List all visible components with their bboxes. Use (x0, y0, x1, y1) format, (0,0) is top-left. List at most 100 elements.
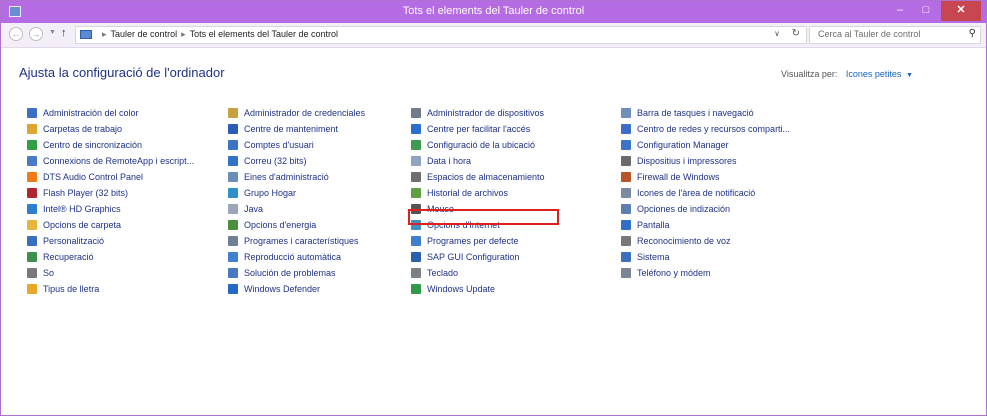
item-label: Eines d'administració (244, 172, 329, 182)
sync-center-icon (27, 140, 37, 150)
page-title: Ajusta la configuració de l'ordinador (19, 65, 225, 80)
item-label: Personalització (43, 236, 105, 246)
action-center-icon (228, 124, 238, 134)
item-label: Barra de tasques i navegació (637, 108, 754, 118)
power-options-icon (228, 220, 238, 230)
item-label: Flash Player (32 bits) (43, 188, 129, 198)
breadcrumb-separator-icon[interactable]: ▸ (102, 29, 107, 39)
view-by-dropdown[interactable]: Icones petites (846, 69, 902, 79)
troubleshooting-icon (228, 268, 238, 278)
item-label: Solución de problemas (244, 268, 336, 278)
navigation-bar: ← → ▼ ↑ ▸ Tauler de control ▸ Tots el eleme… (1, 23, 986, 48)
phone-modem-icon (621, 268, 631, 278)
item-label: Grupo Hogar (244, 188, 297, 198)
breadcrumb-separator-icon[interactable]: ▸ (181, 29, 186, 39)
item-label: Opcions de carpeta (43, 220, 122, 230)
recovery-icon (27, 252, 37, 262)
address-bar[interactable]: ▸ Tauler de control ▸ Tots el elements del … (75, 26, 807, 44)
item-label: Data i hora (427, 156, 472, 166)
color-management-icon (27, 108, 37, 118)
item-label: Recuperació (43, 252, 94, 262)
refresh-icon[interactable]: ↻ (792, 28, 800, 39)
item-label: Windows Update (427, 284, 496, 294)
java-icon (228, 204, 238, 214)
mail-icon (228, 156, 238, 166)
item-label: Opcions d'energia (244, 220, 317, 230)
item-label: Java (244, 204, 264, 214)
flash-player-icon (27, 188, 37, 198)
item-label: Correu (32 bits) (244, 156, 307, 166)
credential-manager-icon (228, 108, 238, 118)
item-label: Sistema (637, 252, 670, 262)
search-input[interactable]: Cerca al Tauler de control ⚲ (809, 26, 981, 44)
item-label: Tipus de lletra (43, 284, 100, 294)
item-label: Programes i característiques (244, 236, 359, 246)
remoteapp-icon (27, 156, 37, 166)
item-label: Configuració de la ubicació (427, 140, 536, 150)
firewall-icon (621, 172, 631, 182)
item-label: Windows Defender (244, 284, 321, 294)
search-icon[interactable]: ⚲ (969, 28, 976, 39)
item-label: Dispositius i impressores (637, 156, 737, 166)
user-accounts-icon (228, 140, 238, 150)
item-label: Centro de sincronización (43, 140, 143, 150)
item-label: Espacios de almacenamiento (427, 172, 545, 182)
item-label: Opciones de indización (637, 204, 731, 214)
configuration-manager-icon (621, 140, 631, 150)
item-label: SAP GUI Configuration (427, 252, 520, 262)
item-label: Firewall de Windows (637, 172, 720, 182)
item-label: Icones de l'àrea de notificació (637, 188, 756, 198)
forward-arrow-icon[interactable]: → (29, 27, 43, 41)
item-label: Centro de redes y recursos comparti... (637, 124, 791, 134)
up-arrow-icon[interactable]: ↑ (61, 27, 67, 39)
notification-area-icon (621, 188, 631, 198)
address-dropdown-icon[interactable]: ∨ (774, 29, 780, 38)
personalization-icon (27, 236, 37, 246)
item-label: Administración del color (43, 108, 139, 118)
item-label: Programes per defecte (427, 236, 519, 246)
programs-features-icon (228, 236, 238, 246)
breadcrumb-control-panel[interactable]: Tauler de control (111, 29, 178, 39)
item-label: Configuration Manager (637, 140, 729, 150)
item-label: Centre per facilitar l'accés (427, 124, 531, 134)
autoplay-icon (228, 252, 238, 262)
indexing-options-icon (621, 204, 631, 214)
breadcrumb-all-items[interactable]: Tots el elements del Tauler de control (190, 29, 338, 39)
file-history-icon (411, 188, 421, 198)
fonts-icon (27, 284, 37, 294)
windows-update-icon (411, 284, 421, 294)
item-label: Teclado (427, 268, 459, 278)
item-label: Administrador de dispositivos (427, 108, 545, 118)
date-time-icon (411, 156, 421, 166)
maximize-button[interactable]: □ (913, 1, 939, 21)
keyboard-icon (411, 268, 421, 278)
recent-locations-chevron-icon[interactable]: ▼ (49, 29, 56, 36)
ease-of-access-icon (411, 124, 421, 134)
dts-audio-icon (27, 172, 37, 182)
item-label: Carpetas de trabajo (43, 124, 123, 134)
title-bar: Tots el elements del Tauler de control –… (1, 1, 986, 23)
intel-graphics-icon (27, 204, 37, 214)
close-button[interactable]: ✕ (941, 1, 981, 21)
folder-options-icon (27, 220, 37, 230)
item-label: Historial de archivos (427, 188, 509, 198)
sap-gui-icon (411, 252, 421, 262)
window-title: Tots el elements del Tauler de control (402, 5, 585, 17)
sound-icon (27, 268, 37, 278)
view-by-label: Visualitza per: (781, 69, 838, 79)
minimize-button[interactable]: – (887, 1, 913, 21)
chevron-down-icon[interactable]: ▼ (906, 72, 913, 79)
item-label: Administrador de credenciales (244, 108, 366, 118)
view-by-control: Visualitza per: Icones petites ▼ (781, 69, 913, 79)
item-label: Reproducció automàtica (244, 252, 342, 262)
item-label: Pantalla (637, 220, 670, 230)
display-icon (621, 220, 631, 230)
highlight-box (408, 209, 559, 225)
item-label: Teléfono y módem (637, 268, 711, 278)
item-label: Intel® HD Graphics (43, 204, 121, 214)
breadcrumb: ▸ Tauler de control ▸ Tots el elements del … (98, 29, 338, 40)
item-label: DTS Audio Control Panel (43, 172, 144, 182)
homegroup-icon (228, 188, 238, 198)
back-arrow-icon[interactable]: ← (9, 27, 23, 41)
windows-defender-icon (228, 284, 238, 294)
